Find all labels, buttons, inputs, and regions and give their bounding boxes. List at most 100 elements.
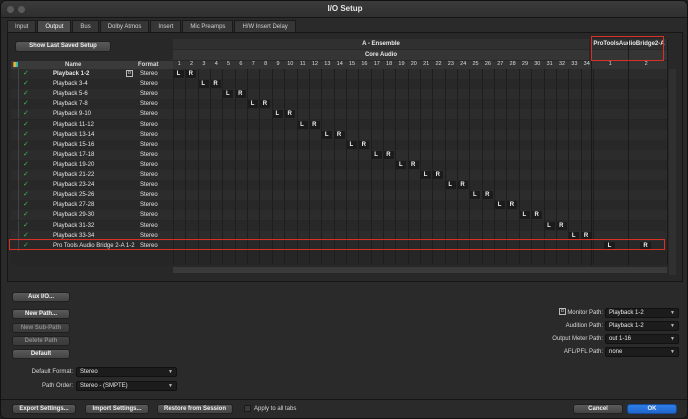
active-check-icon[interactable]: ✓ <box>23 109 29 119</box>
left-channel-assignment[interactable]: L <box>173 70 184 78</box>
left-channel-assignment[interactable]: L <box>395 160 407 169</box>
active-check-icon[interactable]: ✓ <box>23 160 29 170</box>
horizontal-scrollbar[interactable] <box>173 267 667 273</box>
tab-dolby-atmos[interactable]: Dolby Atmos <box>99 20 150 32</box>
audition-path-select[interactable]: Playback 1-2 ▼ <box>605 321 679 331</box>
afl-pfl-path-select[interactable]: none ▼ <box>605 347 679 357</box>
cancel-button[interactable]: Cancel <box>573 404 623 414</box>
default-button[interactable]: Default <box>12 349 70 359</box>
path-format[interactable]: Stereo <box>140 210 158 220</box>
path-format[interactable]: Stereo <box>140 140 158 150</box>
active-check-icon[interactable]: ✓ <box>23 89 29 99</box>
left-channel-assignment[interactable]: L <box>420 171 431 179</box>
right-channel-assignment[interactable]: R <box>210 80 222 89</box>
path-format[interactable]: Stereo <box>140 150 158 160</box>
path-name[interactable]: Playback 23-24 <box>53 180 94 190</box>
left-channel-assignment[interactable]: L <box>321 130 333 139</box>
left-channel-assignment[interactable]: L <box>543 221 555 230</box>
path-name[interactable]: Playback 3-4 <box>53 79 88 89</box>
right-channel-assignment[interactable]: R <box>358 140 370 149</box>
new-sub-path-button[interactable]: New Sub-Path <box>12 323 70 333</box>
path-name[interactable]: Playback 31-32 <box>53 221 94 231</box>
tab-output[interactable]: Output <box>37 20 72 32</box>
left-channel-assignment[interactable]: L <box>247 100 259 109</box>
output-meter-path-select[interactable]: out 1-16 ▼ <box>605 334 679 344</box>
new-path-button[interactable]: New Path... <box>12 309 70 319</box>
apply-to-all-tabs-checkbox[interactable] <box>244 405 251 412</box>
active-check-icon[interactable]: ✓ <box>23 79 29 89</box>
path-format[interactable]: Stereo <box>140 79 158 89</box>
right-channel-assignment[interactable]: R <box>259 100 271 109</box>
path-name[interactable]: Playback 29-30 <box>53 210 94 220</box>
right-channel-assignment[interactable]: R <box>185 70 197 78</box>
right-channel-assignment[interactable]: R <box>432 171 444 179</box>
right-channel-assignment[interactable]: R <box>234 90 246 99</box>
path-format[interactable]: Stereo <box>140 99 158 109</box>
right-channel-assignment[interactable]: R <box>531 211 543 220</box>
path-format[interactable]: Stereo <box>140 200 158 210</box>
active-check-icon[interactable]: ✓ <box>23 200 29 210</box>
tab-mic-preamps[interactable]: Mic Preamps <box>182 20 234 32</box>
path-name[interactable]: Playback 13-14 <box>53 130 94 140</box>
path-name[interactable]: Playback 27-28 <box>53 200 94 210</box>
right-channel-assignment[interactable]: R <box>382 150 394 159</box>
right-channel-assignment[interactable]: R <box>457 181 469 190</box>
path-format[interactable]: Stereo <box>140 221 158 231</box>
path-format[interactable]: Stereo <box>140 89 158 99</box>
active-check-icon[interactable]: ✓ <box>23 221 29 231</box>
path-name[interactable]: Playback 5-6 <box>53 89 88 99</box>
active-check-icon[interactable]: ✓ <box>23 120 29 130</box>
path-format[interactable]: Stereo <box>140 170 158 180</box>
path-name[interactable]: Playback 15-16 <box>53 140 94 150</box>
active-check-icon[interactable]: ✓ <box>23 140 29 150</box>
left-channel-assignment[interactable]: L <box>518 211 530 220</box>
right-channel-assignment[interactable]: R <box>308 120 320 129</box>
path-name[interactable]: Playback 9-10 <box>53 109 91 119</box>
left-channel-assignment[interactable]: L <box>222 90 234 99</box>
active-check-icon[interactable]: ✓ <box>23 180 29 190</box>
path-name[interactable]: Playback 11-12 <box>53 120 94 130</box>
path-format[interactable]: Stereo <box>140 130 158 140</box>
left-channel-assignment[interactable]: L <box>271 110 283 119</box>
path-name[interactable]: Playback 7-8 <box>53 99 88 109</box>
right-channel-assignment[interactable]: R <box>407 160 419 169</box>
left-channel-assignment[interactable]: L <box>197 80 209 89</box>
path-format[interactable]: Stereo <box>140 190 158 200</box>
left-channel-assignment[interactable]: L <box>345 140 357 149</box>
path-format[interactable]: Stereo <box>140 69 158 79</box>
restore-from-session-button[interactable]: Restore from Session <box>157 404 233 414</box>
active-check-icon[interactable]: ✓ <box>23 99 29 109</box>
path-name[interactable]: Playback 25-26 <box>53 190 94 200</box>
path-format[interactable]: Stereo <box>140 180 158 190</box>
path-name[interactable]: Playback 1-2 <box>53 69 89 79</box>
tab-hw-insert-delay[interactable]: H/W Insert Delay <box>234 20 296 32</box>
aux-io-button[interactable]: Aux I/O... <box>12 292 70 302</box>
vertical-scrollbar[interactable] <box>669 69 676 275</box>
active-check-icon[interactable]: ✓ <box>23 190 29 200</box>
left-channel-assignment[interactable]: L <box>370 150 382 159</box>
active-check-icon[interactable]: ✓ <box>23 170 29 180</box>
path-format[interactable]: Stereo <box>140 109 158 119</box>
path-name[interactable]: Playback 21-22 <box>53 170 94 180</box>
left-channel-assignment[interactable]: L <box>494 201 506 210</box>
active-check-icon[interactable]: ✓ <box>23 130 29 140</box>
right-channel-assignment[interactable]: R <box>481 191 493 200</box>
right-channel-assignment[interactable]: R <box>555 221 567 230</box>
tab-bus[interactable]: Bus <box>72 20 99 32</box>
path-name[interactable]: Playback 17-18 <box>53 150 94 160</box>
right-channel-assignment[interactable]: R <box>506 201 518 210</box>
active-check-icon[interactable]: ✓ <box>23 150 29 160</box>
path-format[interactable]: Stereo <box>140 160 158 170</box>
show-last-saved-setup-button[interactable]: Show Last Saved Setup <box>15 41 111 52</box>
ok-button[interactable]: OK <box>627 404 677 414</box>
delete-path-button[interactable]: Delete Path <box>12 336 70 346</box>
active-check-icon[interactable]: ✓ <box>23 210 29 220</box>
path-order-select[interactable]: Stereo - (SMPTE) ▼ <box>76 381 177 391</box>
import-settings-button[interactable]: Import Settings... <box>85 404 149 414</box>
tab-insert[interactable]: Insert <box>150 20 182 32</box>
tab-input[interactable]: Input <box>7 20 37 32</box>
monitor-path-select[interactable]: Playback 1-2 ▼ <box>605 308 679 318</box>
export-settings-button[interactable]: Export Settings... <box>12 404 76 414</box>
default-format-select[interactable]: Stereo ▼ <box>76 367 177 377</box>
left-channel-assignment[interactable]: L <box>296 120 308 129</box>
